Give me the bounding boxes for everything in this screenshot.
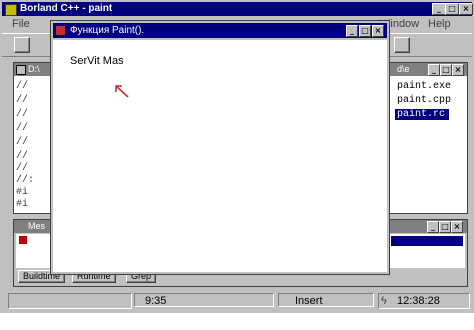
status-clock-field: ϟ 12:38:28 xyxy=(378,293,470,309)
message-selected-row[interactable] xyxy=(391,236,463,246)
toolbar-open-button[interactable] xyxy=(14,37,30,53)
code-line: // xyxy=(16,109,29,120)
maximize-icon[interactable]: □ xyxy=(445,3,459,15)
app-icon xyxy=(56,26,65,35)
status-position: 9:35 xyxy=(134,293,274,307)
lightning-icon: ϟ xyxy=(381,295,387,307)
source-code[interactable]: // // // // // // // //: #i #i xyxy=(14,77,54,213)
app-icon xyxy=(5,4,17,16)
minimize-icon[interactable]: _ xyxy=(432,3,446,15)
code-line: // xyxy=(16,151,29,162)
project-window: d\e _ □ × paint.exe paint.cpp paint.rc xyxy=(388,62,468,214)
menu-file[interactable]: File xyxy=(12,17,30,31)
message-window-title: Mes xyxy=(28,221,46,231)
maximize-icon[interactable]: □ xyxy=(359,25,371,37)
maximize-icon[interactable]: □ xyxy=(439,221,451,233)
minimize-icon[interactable]: _ xyxy=(346,25,358,37)
toolbar-project-button[interactable] xyxy=(394,37,410,53)
ide-titlebar[interactable]: Borland C++ - paint _ □ × xyxy=(2,2,473,16)
project-window-titlebar[interactable]: d\e _ □ × xyxy=(389,63,467,76)
paint-dialog: Функция Paint(). _ □ × SerVit Mas xyxy=(50,20,390,275)
code-line: // xyxy=(16,95,29,106)
ide-title: Borland C++ - paint xyxy=(20,3,113,14)
source-window: D:\ // // // // // // // //: #i #i xyxy=(13,62,55,214)
document-icon xyxy=(16,65,26,75)
dialog-client-area[interactable]: SerVit Mas xyxy=(53,40,387,272)
code-line: // xyxy=(16,81,29,92)
close-icon[interactable]: × xyxy=(452,64,464,76)
close-icon[interactable]: × xyxy=(459,3,473,15)
arrow-cursor-icon xyxy=(115,85,129,98)
status-time: 12:38:28 xyxy=(397,295,440,307)
project-file-item-selected[interactable]: paint.rc xyxy=(395,109,450,120)
source-window-titlebar[interactable]: D:\ xyxy=(14,63,54,76)
dialog-title: Функция Paint(). xyxy=(70,25,145,36)
minimize-icon[interactable]: _ xyxy=(427,221,439,233)
close-icon[interactable]: × xyxy=(372,25,384,37)
status-main-field xyxy=(8,293,132,309)
code-line: #i xyxy=(16,187,29,198)
code-line: #i xyxy=(16,199,29,210)
close-icon[interactable]: × xyxy=(451,221,463,233)
code-line: //: xyxy=(16,175,35,186)
paint-output-text: SerVit Mas xyxy=(70,55,124,67)
code-line: // xyxy=(16,137,29,148)
project-file-item[interactable]: paint.cpp xyxy=(397,95,451,106)
status-mode: Insert xyxy=(278,293,374,307)
minimize-icon[interactable]: _ xyxy=(428,64,440,76)
dialog-titlebar[interactable]: Функция Paint(). _ □ × xyxy=(53,23,387,38)
project-window-title: d\e xyxy=(397,64,410,74)
code-line: // xyxy=(16,123,29,134)
project-file-item[interactable]: paint.exe xyxy=(397,81,451,92)
source-window-title: D:\ xyxy=(28,64,40,74)
code-line: // xyxy=(16,163,29,174)
message-error-icon xyxy=(19,236,27,244)
menu-help[interactable]: Help xyxy=(428,17,451,31)
statusbar: 9:35 Insert ϟ 12:38:28 xyxy=(2,292,472,310)
maximize-icon[interactable]: □ xyxy=(440,64,452,76)
